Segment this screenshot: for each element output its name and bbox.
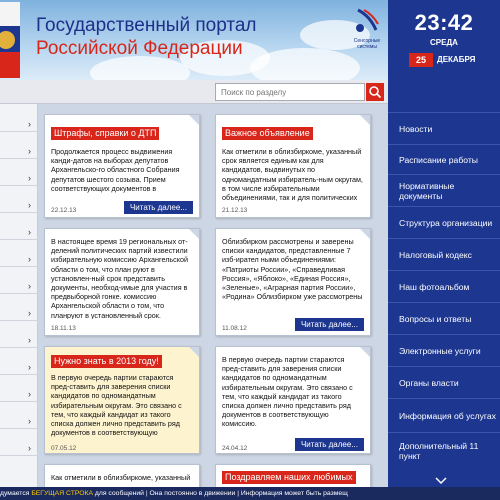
search-icon <box>369 86 382 99</box>
nav-item-authorities[interactable]: Органы власти <box>388 366 500 398</box>
read-more-button[interactable]: Читать далее... <box>294 438 364 451</box>
header-banner: Государственный портал Российской Федера… <box>0 0 388 80</box>
news-date: 24.04.12 <box>222 445 248 452</box>
nav-item-tax-code[interactable]: Налоговый кодекс <box>388 238 500 270</box>
news-date: 22.12.13 <box>51 207 77 214</box>
chevron-right-icon[interactable]: › <box>28 362 31 372</box>
clock-weekday: СРЕДА <box>430 38 458 47</box>
search-button[interactable] <box>366 83 384 101</box>
site-title-line1: Государственный портал <box>36 15 257 36</box>
date-day-badge: 25 <box>409 53 433 67</box>
news-tag: Нужно знать в 2013 году! <box>51 355 162 368</box>
chevron-right-icon[interactable]: › <box>28 146 31 156</box>
chevron-right-icon[interactable]: › <box>28 308 31 318</box>
news-ticker: думается БЕГУЩАЯ СТРОКА для сообщений | … <box>0 487 500 500</box>
news-text: Облизбирком рассмотрены и заверены списк… <box>222 237 363 301</box>
news-tag: Штрафы, справки о ДТП <box>51 127 160 140</box>
read-more-button[interactable]: Читать далее... <box>123 201 193 214</box>
news-card[interactable]: В первую очередь партии стараются пред-с… <box>215 346 371 454</box>
date-month: ДЕКАБРЯ <box>437 55 476 64</box>
nav-item-news[interactable]: Новости <box>388 112 500 144</box>
logo-caption: Сенсорные системы <box>353 38 381 50</box>
nav-item-schedule[interactable]: Расписание работы <box>388 144 500 174</box>
news-text: Как отметили в облизбиркоме, указанный с… <box>222 147 363 203</box>
russian-flag-emblem <box>0 2 20 78</box>
chevron-down-icon[interactable] <box>434 477 448 485</box>
chevron-right-icon[interactable]: › <box>28 416 31 426</box>
chevron-right-icon[interactable]: › <box>28 200 31 210</box>
left-category-list: › › › › › › › › › › › › › <box>0 104 38 487</box>
chevron-right-icon[interactable]: › <box>28 173 31 183</box>
search-input[interactable] <box>215 83 365 101</box>
news-card[interactable]: Штрафы, справки о ДТП Продолжается проце… <box>44 114 200 218</box>
nav-item-extra-11[interactable]: Дополнительный 11 пункт <box>388 432 500 468</box>
nav-item-structure[interactable]: Структура организации <box>388 206 500 238</box>
sensor-systems-logo: Сенсорные системы <box>350 6 384 54</box>
site-title: Государственный портал Российской Федера… <box>36 14 316 60</box>
news-text: В настоящее время 19 региональных от-дел… <box>51 237 189 319</box>
nav-item-e-services[interactable]: Электронные услуги <box>388 334 500 366</box>
site-title-line2: Российской Федерации <box>36 38 243 59</box>
chevron-right-icon[interactable]: › <box>28 119 31 129</box>
news-text: В первую очередь партии стараются пред-с… <box>222 355 353 429</box>
nav-item-normative-docs[interactable]: Нормативные документы <box>388 174 500 206</box>
search-bar <box>0 80 388 104</box>
news-card[interactable]: Важное объявление Как отметили в облизби… <box>215 114 371 218</box>
news-date: 11.08.12 <box>222 325 247 332</box>
ticker-text: думается <box>0 490 32 497</box>
news-text: Как отметили в облизбиркоме, указанный <box>51 473 191 482</box>
nav-item-service-info[interactable]: Информация об услугах <box>388 398 500 432</box>
nav-item-photo-album[interactable]: Наш фотоальбом <box>388 270 500 302</box>
chevron-right-icon[interactable]: › <box>28 281 31 291</box>
ticker-highlight: БЕГУЩАЯ СТРОКА <box>31 490 94 497</box>
news-grid: Штрафы, справки о ДТП Продолжается проце… <box>38 104 388 487</box>
news-text: Продолжается процесс выдвижения канди-да… <box>51 147 180 193</box>
clock-time: 23:42 <box>414 10 474 35</box>
chevron-right-icon[interactable]: › <box>28 227 31 237</box>
news-date: 18.11.13 <box>51 325 76 332</box>
news-date: 07.05.12 <box>51 445 77 452</box>
news-card[interactable]: Поздравляем наших любимых <box>215 464 371 487</box>
read-more-button[interactable]: Читать далее... <box>294 318 364 331</box>
news-tag: Поздравляем наших любимых <box>222 471 356 484</box>
nav-item-faq[interactable]: Вопросы и ответы <box>388 302 500 334</box>
news-date: 21.12.13 <box>222 207 248 214</box>
chevron-right-icon[interactable]: › <box>28 443 31 453</box>
chevron-right-icon[interactable]: › <box>28 335 31 345</box>
news-card[interactable]: Как отметили в облизбиркоме, указанный <box>44 464 200 487</box>
right-sidebar: 23:42 СРЕДА 25 ДЕКАБРЯ Новости Расписани… <box>388 0 500 487</box>
ticker-text-rest: для сообщений | Она постоянно в движении… <box>93 490 348 497</box>
chevron-right-icon[interactable]: › <box>28 389 31 399</box>
news-card[interactable]: В настоящее время 19 региональных от-дел… <box>44 228 200 336</box>
news-text: В первую очередь партии стараются пред-с… <box>51 373 182 437</box>
news-tag: Важное объявление <box>222 127 313 140</box>
chevron-right-icon[interactable]: › <box>28 254 31 264</box>
news-card[interactable]: Нужно знать в 2013 году! В первую очеред… <box>44 346 200 454</box>
news-card[interactable]: Облизбирком рассмотрены и заверены списк… <box>215 228 371 336</box>
